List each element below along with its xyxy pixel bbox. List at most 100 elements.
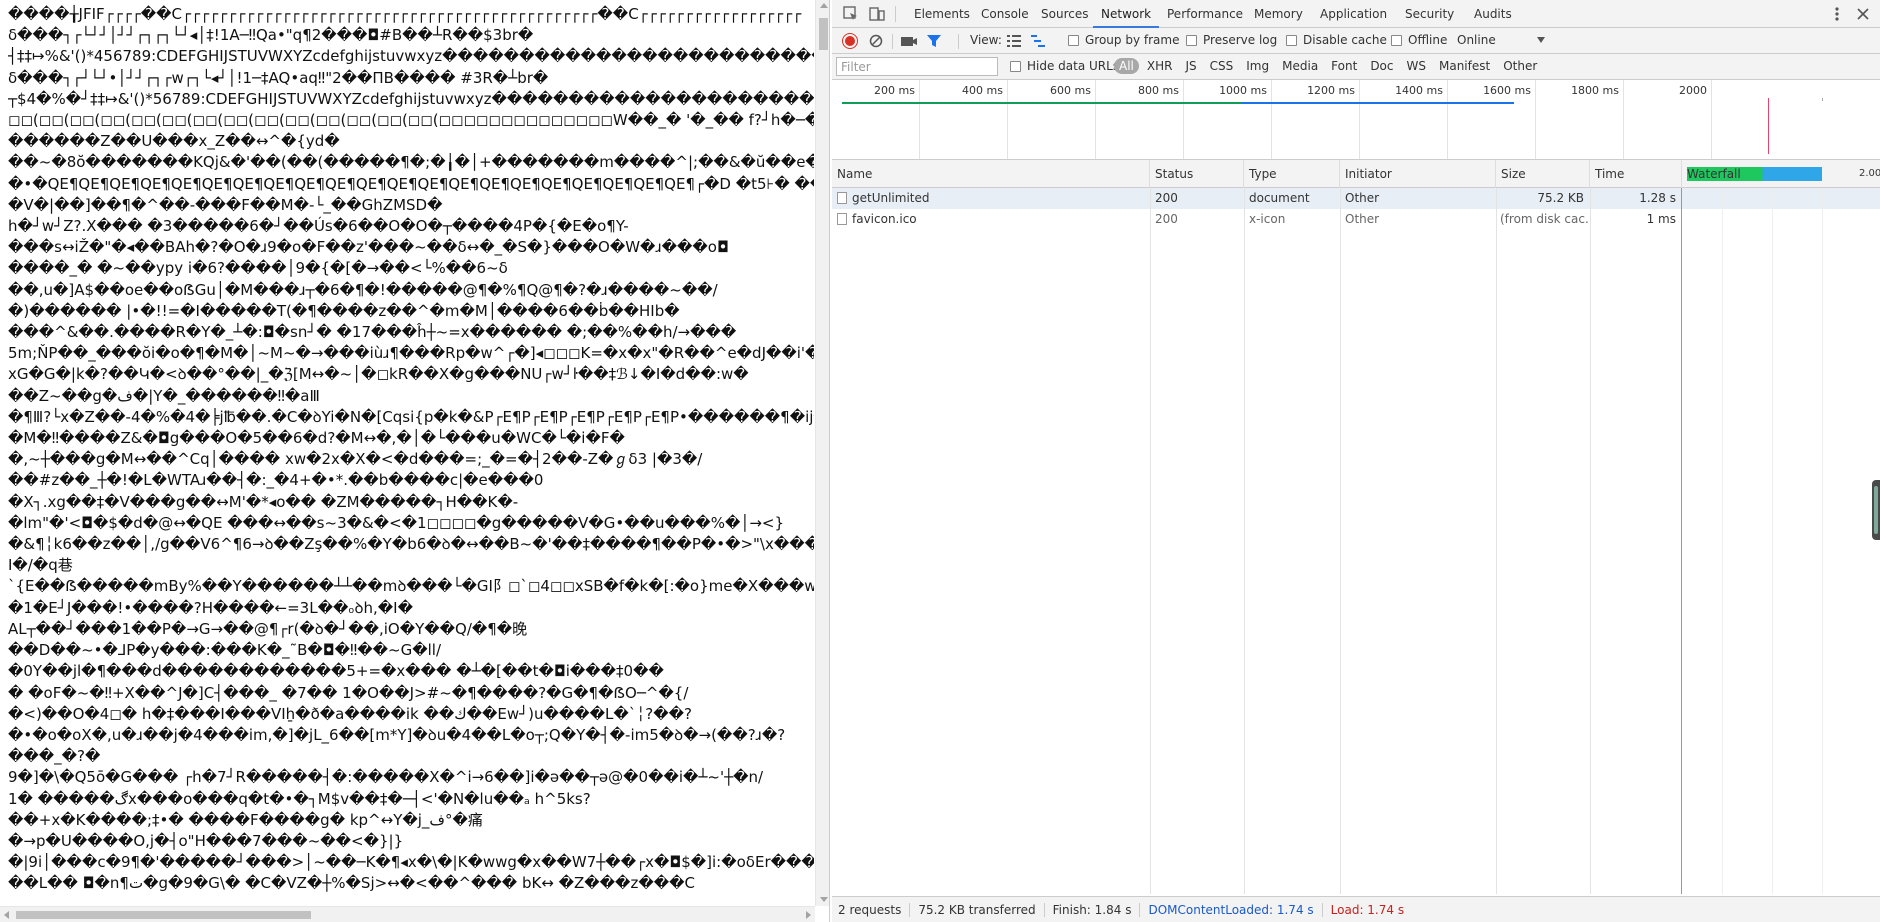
tab-memory[interactable]: Memory bbox=[1246, 0, 1311, 28]
text-line: �•�o�oX�,u�ɹ��j�4���im,�]�jL_6��[m*Y]�ꝺu… bbox=[8, 725, 786, 744]
request-time: 1 ms bbox=[1646, 212, 1676, 226]
text-line: ┤‡‡↦%&'()*456789:CDEFGHIJSTUVWXYZcdefghi… bbox=[8, 47, 814, 66]
filter-icon[interactable] bbox=[926, 33, 942, 49]
text-line: xG�G�|k�?��Կ�<ꝺ��°��|_�ℨ[M↔�~│�◻kR��X�g�… bbox=[8, 365, 749, 384]
overview-load-line bbox=[842, 102, 1242, 104]
scroll-up-icon[interactable] bbox=[820, 3, 828, 8]
hide-data-urls-checkbox[interactable]: Hide data URLs bbox=[1010, 59, 1119, 73]
network-toolbar: View: Group by frame Preserve log Disabl… bbox=[832, 28, 1880, 54]
type-filter-img[interactable]: Img bbox=[1241, 58, 1274, 74]
type-filter-css[interactable]: CSS bbox=[1205, 58, 1239, 74]
drawer-resize-handle[interactable] bbox=[1872, 480, 1880, 540]
offline-checkbox[interactable]: Offline bbox=[1391, 33, 1447, 47]
checkbox-box[interactable] bbox=[1286, 34, 1297, 46]
column-waterfall[interactable]: Waterfall bbox=[1682, 160, 1832, 188]
column-separator bbox=[1590, 188, 1591, 894]
disable-cache-checkbox[interactable]: Disable cache bbox=[1286, 33, 1387, 47]
text-line: ����_� �~��ypy i�6?����│9�{�[�→��<└%��6~… bbox=[8, 259, 508, 278]
overview-tick-label: 1600 ms bbox=[1483, 84, 1531, 97]
tab-sources[interactable]: Sources bbox=[1033, 0, 1096, 28]
text-line: ◻◻(◻◻(◻◻(◻◻(◻◻(◻◻(◻◻(◻◻(◻◻(◻◻(◻◻(◻◻(◻◻(◻… bbox=[8, 111, 814, 130]
checkbox-box[interactable] bbox=[1068, 34, 1079, 46]
overview-tick-label: 1400 ms bbox=[1395, 84, 1443, 97]
more-options-icon[interactable] bbox=[1827, 4, 1847, 24]
text-line: ┬$4�%�┘‡‡↦&'()*56789:CDEFGHIJSTUVWXYZcde… bbox=[8, 89, 814, 108]
type-filter-all[interactable]: All bbox=[1114, 58, 1139, 74]
column-type[interactable]: Type bbox=[1244, 160, 1340, 188]
text-line: ���_�?� bbox=[8, 747, 101, 766]
scroll-left-icon[interactable] bbox=[4, 911, 9, 919]
tab-security[interactable]: Security bbox=[1397, 0, 1462, 28]
checkbox-box[interactable] bbox=[1391, 34, 1402, 46]
request-name: favicon.ico bbox=[852, 212, 917, 226]
tab-audits[interactable]: Audits bbox=[1466, 0, 1520, 28]
overview-tick-label: 1200 ms bbox=[1307, 84, 1355, 97]
type-filter-ws[interactable]: WS bbox=[1402, 58, 1431, 74]
record-button[interactable] bbox=[843, 34, 857, 48]
group-by-frame-checkbox[interactable]: Group by frame bbox=[1068, 33, 1179, 47]
type-filter-js[interactable]: JS bbox=[1180, 58, 1201, 74]
text-line: I�/�q巷 bbox=[8, 556, 73, 575]
request-type: x-icon bbox=[1249, 212, 1286, 226]
overview-gridline bbox=[1711, 80, 1712, 159]
type-filter-doc[interactable]: Doc bbox=[1365, 58, 1398, 74]
waterfall-area[interactable] bbox=[1681, 188, 1880, 894]
tab-application[interactable]: Application bbox=[1312, 0, 1395, 28]
list-view-icon[interactable] bbox=[1006, 34, 1022, 48]
scroll-right-icon[interactable] bbox=[806, 911, 811, 919]
tab-console[interactable]: Console bbox=[973, 0, 1037, 28]
text-line: ��~�8ŏ�������KQj&�'��(��(�����¶�;�╽�│+��… bbox=[8, 153, 814, 172]
type-filter-xhr[interactable]: XHR bbox=[1142, 58, 1178, 74]
column-name[interactable]: Name bbox=[832, 160, 1150, 188]
text-line: 9�]�\�Q5ō�G��� ┌h�7┘R�����┤�:�����X�^i→6… bbox=[8, 768, 764, 787]
tab-elements[interactable]: Elements bbox=[906, 0, 978, 28]
device-toolbar-icon[interactable] bbox=[868, 5, 886, 23]
column-separator bbox=[1340, 188, 1341, 894]
overview-gridline bbox=[1359, 80, 1360, 159]
inspect-element-icon[interactable] bbox=[842, 5, 860, 23]
scroll-down-icon[interactable] bbox=[820, 897, 828, 902]
resource-type-filters: All XHR JS CSS Img Media Font Doc WS Man… bbox=[1114, 58, 1545, 74]
column-status[interactable]: Status bbox=[1150, 160, 1244, 188]
overview-gridline bbox=[919, 80, 920, 159]
type-filter-font[interactable]: Font bbox=[1326, 58, 1362, 74]
camera-icon[interactable] bbox=[900, 33, 918, 49]
transferred-size: 75.2 KB transferred bbox=[918, 902, 1045, 917]
overview-gridline bbox=[1095, 80, 1096, 159]
request-name-cell[interactable]: favicon.ico bbox=[832, 209, 1150, 230]
text-line: ẟ���┐┌└┘┘│┘┘┌┐┌┐└┘◂│‡!1A─‼Qa•"q¶2���◘#B�… bbox=[8, 26, 534, 45]
request-table-header: Name Status Type Initiator Size Time Wat… bbox=[832, 160, 1880, 188]
horizontal-scrollbar[interactable] bbox=[0, 906, 815, 922]
type-filter-manifest[interactable]: Manifest bbox=[1434, 58, 1495, 74]
column-time[interactable]: Time bbox=[1590, 160, 1682, 188]
waterfall-view-icon[interactable] bbox=[1030, 34, 1046, 48]
file-icon bbox=[837, 213, 847, 225]
disable-cache-label: Disable cache bbox=[1303, 33, 1387, 47]
checkbox-box[interactable] bbox=[1010, 60, 1021, 72]
overview-tick-label: 400 ms bbox=[962, 84, 1003, 97]
request-name-cell[interactable]: getUnlimited bbox=[832, 188, 1150, 209]
checkbox-box[interactable] bbox=[1186, 34, 1197, 46]
close-icon[interactable] bbox=[1853, 4, 1873, 24]
preserve-log-checkbox[interactable]: Preserve log bbox=[1186, 33, 1277, 47]
network-overview-timeline[interactable]: 200 ms 400 ms 600 ms 800 ms 1000 ms 1200 ms 14… bbox=[832, 80, 1880, 160]
text-line: ����╁JFIF┌┌┌┌��C┌┌┌┌┌┌┌┌┌┌┌┌┌┌┌┌┌┌┌┌┌┌┌┌… bbox=[8, 5, 802, 23]
scrollbar-thumb[interactable] bbox=[819, 18, 828, 50]
scrollbar-thumb[interactable] bbox=[16, 911, 311, 919]
toolbar-separator bbox=[892, 34, 893, 49]
devtools-tab-bar: Elements Console Sources Network Perform… bbox=[832, 0, 1880, 28]
tab-performance[interactable]: Performance bbox=[1159, 0, 1251, 28]
type-filter-other[interactable]: Other bbox=[1498, 58, 1542, 74]
clear-icon[interactable] bbox=[868, 33, 884, 49]
request-time: 1.28 s bbox=[1639, 191, 1676, 205]
overview-gridline bbox=[1271, 80, 1272, 159]
text-line: ẟ���┐┌┘└┘•│┘┘┌┐┌w┌┐└◂┘│!1─‡AQ•aq‼"2��ΠB�… bbox=[8, 68, 549, 87]
column-size[interactable]: Size bbox=[1496, 160, 1590, 188]
text-line: �,~┼���g�M↔��^Cq│���� xw�2x�X�<�d���=;_�… bbox=[8, 450, 703, 469]
tab-network[interactable]: Network bbox=[1093, 0, 1160, 28]
filter-input[interactable] bbox=[836, 57, 998, 76]
type-filter-media[interactable]: Media bbox=[1277, 58, 1323, 74]
network-throttle-select[interactable]: Online bbox=[1457, 33, 1552, 47]
column-initiator[interactable]: Initiator bbox=[1340, 160, 1496, 188]
vertical-scrollbar[interactable] bbox=[815, 0, 829, 906]
